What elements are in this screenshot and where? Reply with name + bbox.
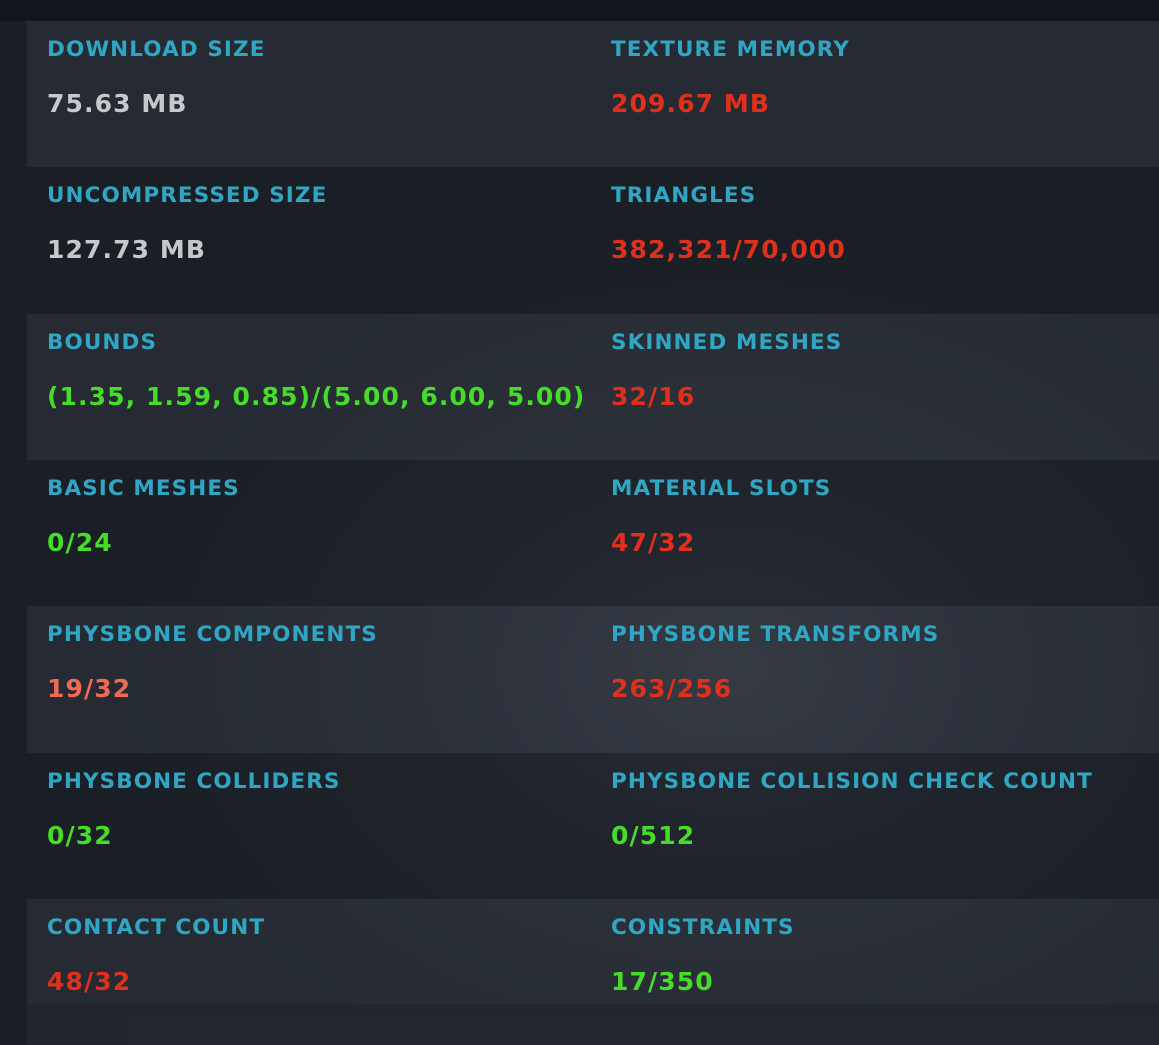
- stat-value: 0/512: [611, 820, 696, 850]
- stat-value: 382,321/70,000: [611, 235, 846, 265]
- stat-label: PHYSBONE TRANSFORMS: [611, 622, 940, 648]
- stat-bounds: BOUNDS (1.35, 1.59, 0.85)/(5.00, 6.00, 5…: [27, 314, 591, 460]
- stat-value: 0/32: [47, 820, 113, 850]
- stat-label: PHYSBONE COMPONENTS: [47, 622, 378, 648]
- stat-value: 48/32: [47, 966, 132, 996]
- stat-physbone-colliders: PHYSBONE COLLIDERS 0/32: [27, 753, 591, 899]
- stat-value: (1.35, 1.59, 0.85)/(5.00, 6.00, 5.00): [47, 381, 586, 411]
- stat-download-size: DOWNLOAD SIZE 75.63 MB: [27, 21, 591, 167]
- stat-material-slots: MATERIAL SLOTS 47/32: [591, 460, 1159, 606]
- stat-value: 47/32: [611, 527, 696, 557]
- stat-triangles: TRIANGLES 382,321/70,000: [591, 167, 1159, 313]
- stats-row: CONTACT COUNT 48/32 CONSTRAINTS 17/350: [27, 899, 1159, 1045]
- stat-value: 263/256: [611, 674, 733, 704]
- stats-row: UNCOMPRESSED SIZE 127.73 MB TRIANGLES 38…: [27, 167, 1159, 314]
- stat-physbone-components: PHYSBONE COMPONENTS 19/32: [27, 606, 591, 752]
- stat-physbone-collision-check-count: PHYSBONE COLLISION CHECK COUNT 0/512: [591, 753, 1159, 899]
- stat-value: 127.73 MB: [47, 235, 207, 265]
- stat-basic-meshes: BASIC MESHES 0/24: [27, 460, 591, 606]
- stats-row: PHYSBONE COMPONENTS 19/32 PHYSBONE TRANS…: [27, 606, 1159, 752]
- stat-label: PHYSBONE COLLIDERS: [47, 768, 341, 794]
- stat-label: CONSTRAINTS: [611, 914, 795, 940]
- stats-row: BOUNDS (1.35, 1.59, 0.85)/(5.00, 6.00, 5…: [27, 314, 1159, 460]
- stat-skinned-meshes: SKINNED MESHES 32/16: [591, 314, 1159, 460]
- stats-row: PHYSBONE COLLIDERS 0/32 PHYSBONE COLLISI…: [27, 752, 1159, 899]
- stat-texture-memory: TEXTURE MEMORY 209.67 MB: [591, 21, 1159, 167]
- stat-label: MATERIAL SLOTS: [611, 475, 832, 501]
- stat-value: 209.67 MB: [611, 89, 771, 118]
- stat-value: 17/350: [611, 966, 714, 996]
- stat-label: BASIC MESHES: [47, 475, 240, 501]
- stat-label: BOUNDS: [47, 329, 158, 355]
- stats-row: BASIC MESHES 0/24 MATERIAL SLOTS 47/32: [27, 459, 1159, 607]
- top-bar: [0, 0, 1159, 21]
- stat-value: 19/32: [47, 674, 132, 704]
- stat-label: SKINNED MESHES: [611, 329, 843, 355]
- stat-contact-count: CONTACT COUNT 48/32: [27, 899, 591, 1045]
- stat-value: 32/16: [611, 381, 696, 411]
- stat-value: 0/24: [47, 527, 113, 557]
- stat-label: UNCOMPRESSED SIZE: [47, 183, 328, 209]
- stat-constraints: CONSTRAINTS 17/350: [591, 899, 1159, 1045]
- stat-label: DOWNLOAD SIZE: [47, 37, 266, 62]
- stat-physbone-transforms: PHYSBONE TRANSFORMS 263/256: [591, 606, 1159, 752]
- stat-label: TEXTURE MEMORY: [611, 37, 850, 62]
- stat-label: TRIANGLES: [611, 183, 757, 209]
- stat-uncompressed-size: UNCOMPRESSED SIZE 127.73 MB: [27, 167, 591, 313]
- stat-label: CONTACT COUNT: [47, 914, 266, 940]
- performance-stats-panel: DOWNLOAD SIZE 75.63 MB TEXTURE MEMORY 20…: [27, 21, 1159, 1004]
- stats-row: DOWNLOAD SIZE 75.63 MB TEXTURE MEMORY 20…: [27, 21, 1159, 167]
- stat-value: 75.63 MB: [47, 89, 188, 118]
- stat-label: PHYSBONE COLLISION CHECK COUNT: [611, 768, 1093, 794]
